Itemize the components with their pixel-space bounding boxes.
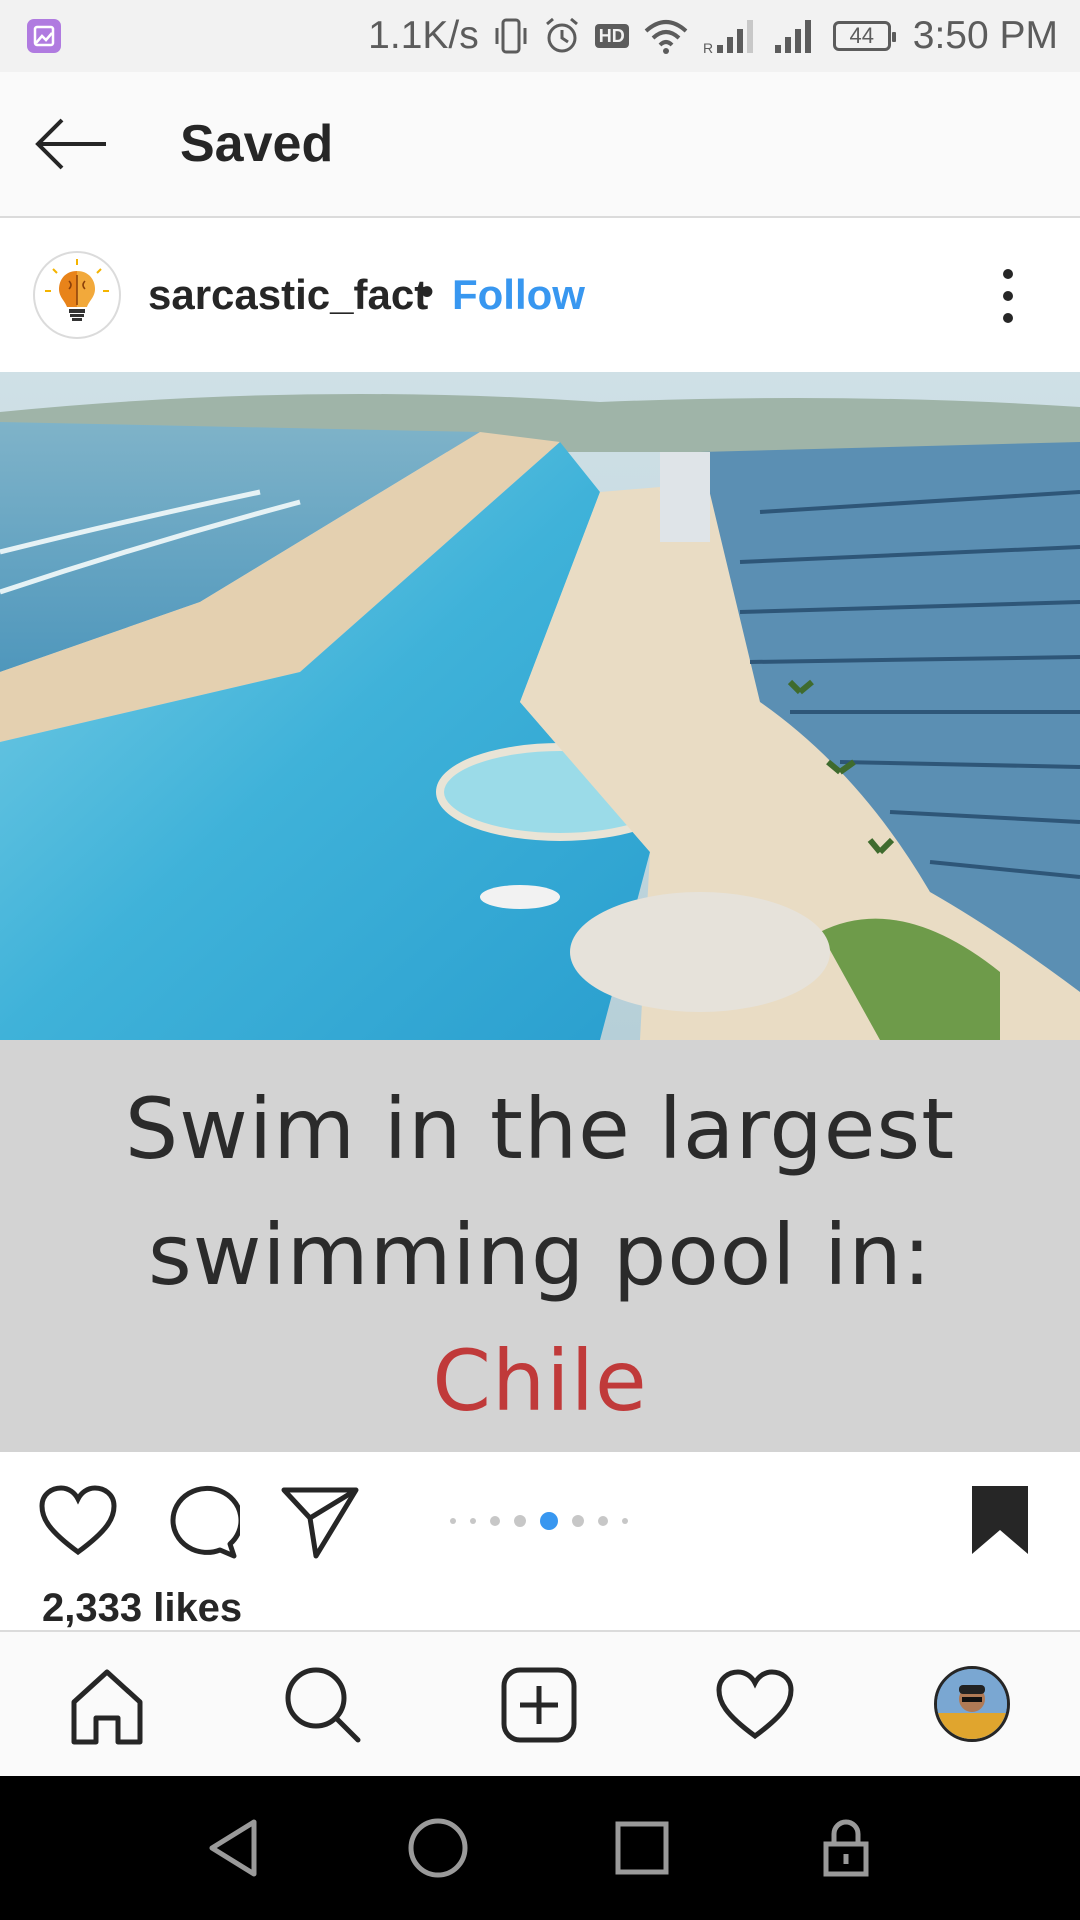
brain-bulb-logo-icon — [45, 259, 109, 321]
share-button[interactable] — [280, 1482, 360, 1562]
svg-text:R: R — [703, 40, 713, 55]
arrow-left-icon — [35, 118, 106, 170]
carousel-dot — [622, 1518, 628, 1524]
system-navigation-bar — [0, 1776, 1080, 1920]
likes-count[interactable]: 2,333 likes — [42, 1586, 242, 1631]
separator-dot: • — [420, 270, 435, 314]
system-back-button[interactable] — [202, 1816, 266, 1880]
post-header: sarcastic_fact • Follow — [0, 218, 1080, 372]
comment-icon — [170, 1485, 240, 1559]
carousel-dot — [470, 1518, 476, 1524]
back-triangle-icon — [209, 1819, 257, 1877]
signal-icon: R — [703, 20, 753, 55]
carousel-dot-active — [540, 1512, 558, 1530]
carousel-dot — [572, 1515, 584, 1527]
home-icon — [71, 1669, 143, 1745]
activity-heart-icon — [716, 1669, 794, 1740]
gallery-notification-icon — [26, 18, 62, 54]
system-home-button[interactable] — [406, 1816, 470, 1880]
heart-icon — [39, 1485, 117, 1556]
back-button[interactable] — [32, 114, 112, 174]
system-lock-button[interactable] — [814, 1816, 878, 1880]
battery-icon: 44 — [832, 21, 896, 51]
system-recents-button[interactable] — [610, 1816, 674, 1880]
signal-icon — [774, 20, 811, 53]
carousel-dot — [450, 1518, 456, 1524]
more-options-button[interactable] — [988, 266, 1028, 326]
bottom-navigation — [0, 1630, 1080, 1778]
save-button[interactable] — [968, 1482, 1048, 1562]
post-image[interactable]: Swim in the largest swimming pool in: Ch… — [0, 372, 1080, 1452]
share-icon — [281, 1487, 359, 1559]
caption-panel: Swim in the largest swimming pool in: Ch… — [0, 1040, 1080, 1452]
clock: 3:50 PM — [912, 14, 1058, 57]
bookmark-icon — [972, 1486, 1028, 1554]
vibrate-icon — [495, 18, 527, 54]
more-vertical-icon — [1003, 269, 1013, 323]
status-bar: 1.1K/s HD R 44 3:50 PM — [0, 0, 1080, 72]
like-button[interactable] — [38, 1482, 118, 1562]
add-post-icon — [501, 1667, 577, 1743]
carousel-dot — [514, 1515, 526, 1527]
avatar[interactable] — [33, 251, 121, 339]
alarm-icon — [545, 17, 578, 53]
page-title: Saved — [180, 115, 334, 173]
recents-square-icon — [615, 1821, 669, 1875]
profile-avatar — [937, 1669, 1007, 1739]
post-actions — [0, 1452, 1080, 1582]
post-username[interactable]: sarcastic_fact — [148, 218, 428, 372]
nav-activity[interactable] — [712, 1662, 798, 1748]
caption-line-2: swimming pool in: — [147, 1206, 933, 1304]
wifi-icon — [644, 20, 688, 54]
resort-pool-photo — [0, 372, 1080, 1040]
nav-profile[interactable] — [934, 1666, 1010, 1742]
net-speed: 1.1K/s — [368, 14, 479, 57]
home-circle-icon — [408, 1818, 468, 1878]
carousel-dot — [598, 1516, 608, 1526]
hd-icon: HD — [594, 24, 629, 48]
carousel-indicator — [450, 1512, 628, 1530]
caption-line-1: Swim in the largest — [124, 1080, 956, 1178]
caption-country: Chile — [432, 1332, 648, 1430]
top-app-bar: Saved — [0, 72, 1080, 218]
lock-icon — [823, 1819, 869, 1877]
nav-home[interactable] — [64, 1662, 150, 1748]
search-icon — [285, 1667, 361, 1743]
comment-button[interactable] — [160, 1482, 240, 1562]
carousel-dot — [490, 1516, 500, 1526]
nav-search[interactable] — [280, 1662, 366, 1748]
follow-button[interactable]: Follow — [452, 218, 585, 372]
nav-new-post[interactable] — [496, 1662, 582, 1748]
